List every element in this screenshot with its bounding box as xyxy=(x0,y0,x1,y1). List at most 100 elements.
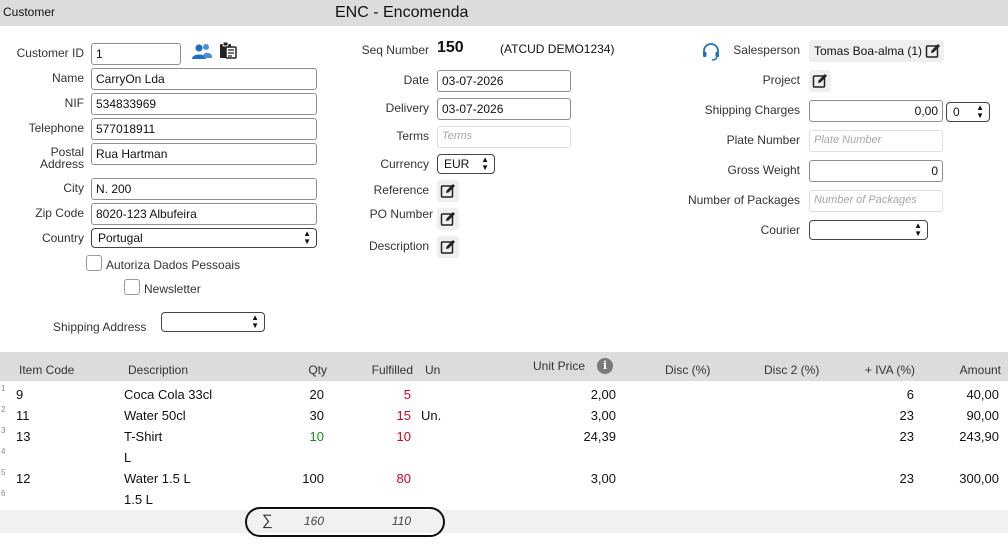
city-label: City xyxy=(63,181,84,195)
telephone-field[interactable]: 577018911 xyxy=(91,118,317,140)
salesperson-field[interactable]: Tomas Boa-alma (1) xyxy=(809,40,944,62)
item-unit: Un. xyxy=(421,408,442,423)
table-row[interactable]: 4 L xyxy=(0,447,1008,468)
autoriza-dados-checkbox[interactable] xyxy=(86,255,102,271)
date-field[interactable]: 03-07-2026 xyxy=(437,70,571,92)
item-qty: 30 xyxy=(309,408,324,423)
col-item-code[interactable]: Item Code xyxy=(19,363,74,377)
col-unit-price[interactable]: Unit Price xyxy=(520,359,585,373)
reference-edit-button[interactable] xyxy=(437,180,459,202)
col-iva[interactable]: + IVA (%) xyxy=(840,363,915,377)
table-row[interactable]: 3 13 T-Shirt 10 10 24,39 23 243,90 xyxy=(0,426,1008,447)
customer-id-label: Customer ID xyxy=(16,46,84,60)
shipping-charges-label: Shipping Charges xyxy=(704,103,800,117)
item-fulfilled: 15 xyxy=(396,408,411,423)
name-field[interactable]: CarryOn Lda xyxy=(91,68,317,90)
col-un[interactable]: Un xyxy=(425,363,440,377)
description-label: Description xyxy=(368,239,429,253)
terms-field[interactable]: Terms xyxy=(437,126,571,148)
item-description: Water 50cl xyxy=(124,408,186,423)
table-row[interactable]: 6 1.5 L xyxy=(0,489,1008,510)
postal-address-field[interactable]: Rua Hartman xyxy=(91,143,317,165)
item-amount: 243,90 xyxy=(959,429,999,444)
col-disc[interactable]: Disc (%) xyxy=(665,363,710,377)
item-code: 12 xyxy=(16,471,31,486)
item-amount: 300,00 xyxy=(959,471,999,486)
gross-weight-field[interactable]: 0 xyxy=(809,160,943,182)
table-row[interactable]: 1 9 Coca Cola 33cl 20 5 2,00 6 40,00 xyxy=(0,384,1008,405)
currency-select[interactable]: EUR ▲ ▼ xyxy=(437,154,495,174)
row-number: 3 xyxy=(1,426,6,435)
reference-label: Reference xyxy=(373,183,429,197)
postal-address-label: Postal Address xyxy=(0,146,84,170)
total-fulfilled: 110 xyxy=(391,514,411,528)
select-arrows-icon: ▲ ▼ xyxy=(481,155,489,172)
col-qty[interactable]: Qty xyxy=(290,363,327,377)
nif-label: NIF xyxy=(64,96,84,110)
table-row[interactable]: 2 11 Water 50cl 30 15 Un. 3,00 23 90,00 xyxy=(0,405,1008,426)
page-title: ENC - Encomenda xyxy=(335,4,469,21)
item-description: L xyxy=(124,450,132,465)
edit-icon xyxy=(812,74,827,88)
row-number: 4 xyxy=(1,447,6,456)
customer-id-field[interactable]: 1 xyxy=(91,43,181,65)
info-icon[interactable]: i xyxy=(597,358,613,374)
item-fulfilled: 10 xyxy=(396,429,411,444)
contacts-icon[interactable] xyxy=(191,42,213,62)
salesperson-value: Tomas Boa-alma (1) xyxy=(814,44,923,58)
select-arrows-icon: ▲ ▼ xyxy=(251,313,259,330)
courier-select[interactable]: ▲ ▼ xyxy=(809,220,928,240)
item-description: Coca Cola 33cl xyxy=(124,387,213,402)
zip-code-field[interactable]: 8020-123 Albufeira xyxy=(91,203,317,225)
atcud-value: (ATCUD DEMO1234) xyxy=(500,42,615,56)
courier-label: Courier xyxy=(760,223,800,237)
total-qty: 160 xyxy=(303,514,324,528)
row-number: 2 xyxy=(1,405,6,414)
item-code: 9 xyxy=(16,387,24,402)
delivery-field[interactable]: 03-07-2026 xyxy=(437,98,571,120)
project-edit-button[interactable] xyxy=(809,70,831,92)
gross-weight-label: Gross Weight xyxy=(727,163,800,177)
col-description[interactable]: Description xyxy=(128,363,188,377)
edit-icon xyxy=(440,212,455,226)
po-number-edit-button[interactable] xyxy=(437,208,459,230)
item-qty: 100 xyxy=(302,471,324,486)
country-select[interactable]: Portugal ▲ ▼ xyxy=(91,228,317,248)
col-amount[interactable]: Amount xyxy=(940,363,1001,377)
item-unit-price: 24,39 xyxy=(583,429,616,444)
plate-number-field[interactable]: Plate Number xyxy=(809,130,943,152)
autoriza-dados-label: Autoriza Dados Pessoais xyxy=(106,258,241,272)
shipping-charges-field[interactable]: 0,00 xyxy=(809,100,943,122)
country-value: Portugal xyxy=(98,231,143,245)
item-fulfilled: 80 xyxy=(396,471,411,486)
telephone-label: Telephone xyxy=(28,121,84,135)
currency-value: EUR xyxy=(444,157,470,171)
newsletter-checkbox[interactable] xyxy=(124,279,140,295)
totals-highlight xyxy=(245,507,445,537)
row-number: 1 xyxy=(1,384,6,393)
newsletter-label: Newsletter xyxy=(144,282,201,296)
select-arrows-icon: ▲ ▼ xyxy=(976,103,984,120)
postal-label-line2: Address xyxy=(39,157,84,171)
packages-field[interactable]: Number of Packages xyxy=(809,190,943,212)
seq-number-label: Seq Number xyxy=(361,43,429,57)
shipping-address-label: Shipping Address xyxy=(53,320,147,334)
item-description: 1.5 L xyxy=(124,492,153,507)
clipboard-icon[interactable] xyxy=(219,41,239,61)
city-field[interactable]: N. 200 xyxy=(91,178,317,200)
col-fulfilled[interactable]: Fulfilled xyxy=(360,363,413,377)
select-arrows-icon: ▲ ▼ xyxy=(303,229,311,246)
shipping-charges-vat-select[interactable]: 0 ▲ ▼ xyxy=(946,102,990,122)
table-row[interactable]: 5 12 Water 1.5 L 100 80 3,00 23 300,00 xyxy=(0,468,1008,489)
item-description: T-Shirt xyxy=(124,429,163,444)
shipping-address-select[interactable]: ▲ ▼ xyxy=(161,312,265,332)
top-bar xyxy=(0,0,1008,26)
delivery-label: Delivery xyxy=(385,101,429,115)
row-number: 6 xyxy=(1,489,6,498)
sigma-icon: ∑ xyxy=(262,512,273,529)
col-disc2[interactable]: Disc 2 (%) xyxy=(764,363,819,377)
description-edit-button[interactable] xyxy=(437,236,459,258)
item-iva: 23 xyxy=(899,471,914,486)
nif-field[interactable]: 534833969 xyxy=(91,93,317,115)
item-fulfilled: 5 xyxy=(403,387,411,402)
